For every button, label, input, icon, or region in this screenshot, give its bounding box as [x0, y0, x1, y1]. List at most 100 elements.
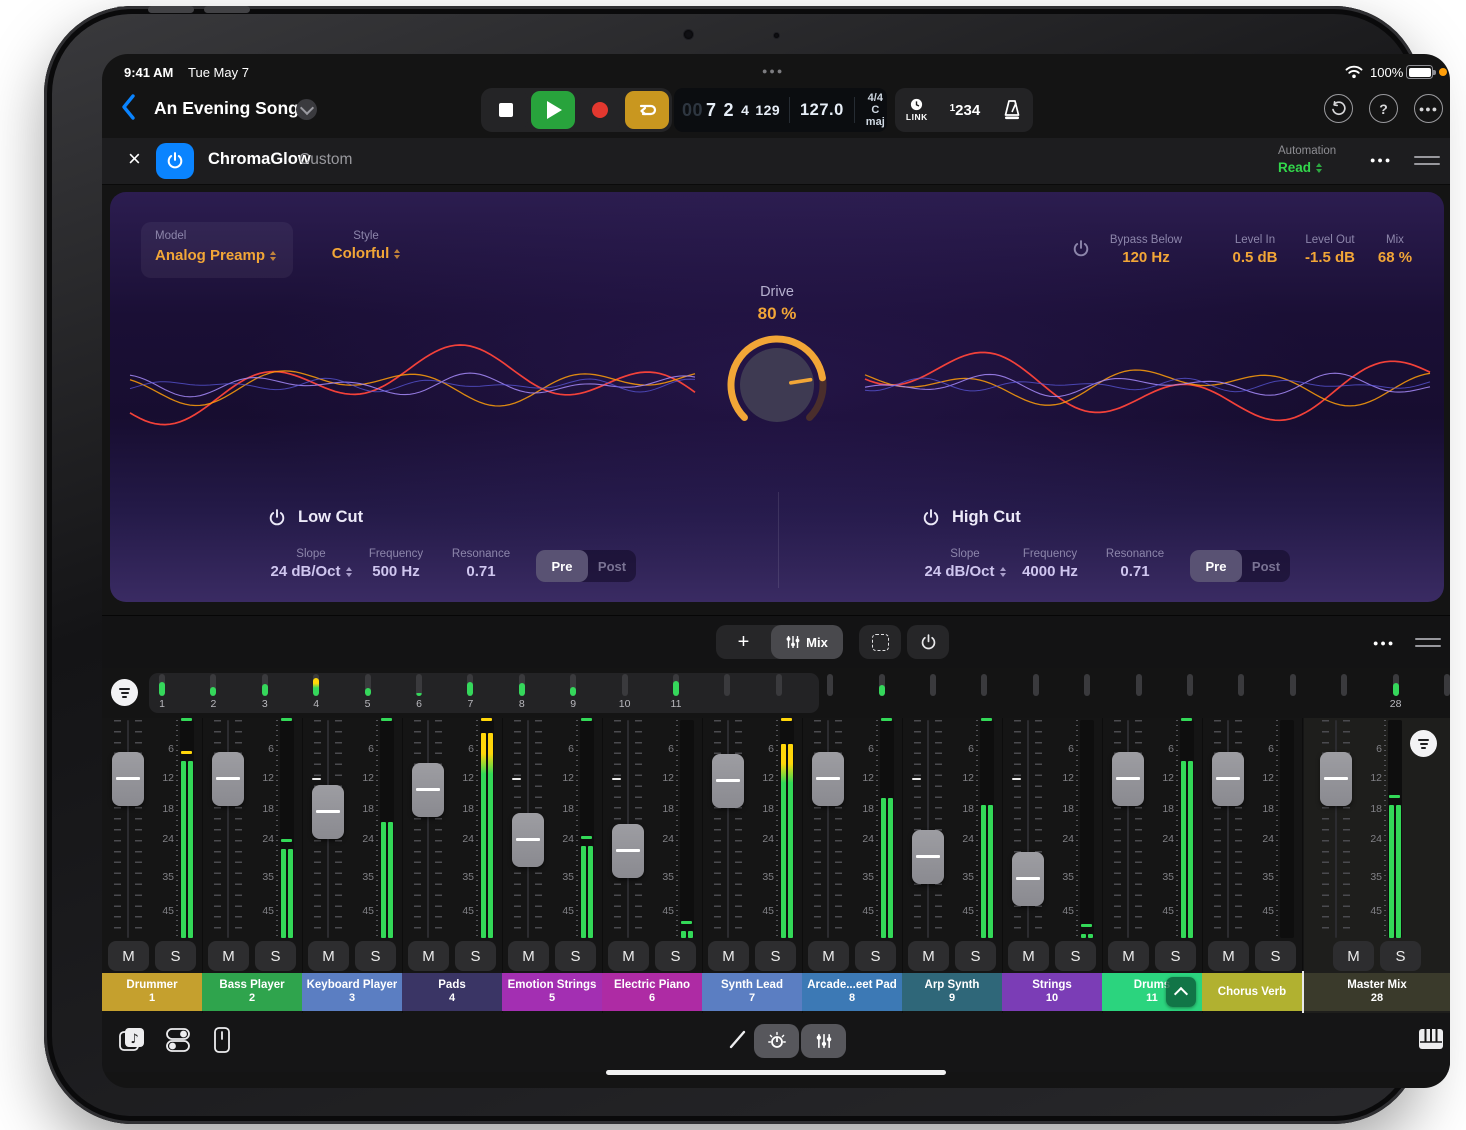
solo-button[interactable]: S [555, 941, 596, 971]
mute-button[interactable]: M [108, 941, 149, 971]
fader-handle[interactable] [612, 824, 644, 878]
fader-handle[interactable] [1320, 752, 1352, 806]
fader-handle[interactable] [312, 785, 344, 839]
track-power-button[interactable] [907, 625, 949, 659]
fader-handle[interactable] [1012, 852, 1044, 906]
solo-button[interactable]: S [1055, 941, 1096, 971]
model-selector[interactable]: Model Analog Preamp [141, 222, 293, 278]
overview-meter[interactable] [673, 674, 679, 696]
more-menu-button[interactable]: ●●● [1414, 94, 1443, 123]
overview-meter[interactable] [519, 674, 525, 696]
plugin-power-button[interactable] [156, 143, 194, 179]
overview-meter[interactable] [1084, 674, 1090, 696]
undo-history-button[interactable] [1324, 94, 1353, 123]
track-label[interactable]: Emotion Strings5 [502, 973, 602, 1011]
multitask-dots[interactable]: ●●● [762, 66, 784, 76]
style-selector[interactable]: Style Colorful [306, 230, 426, 262]
mixer-drag-handle[interactable] [1415, 638, 1441, 647]
overview-meter[interactable] [159, 674, 165, 696]
volume-up-button[interactable] [148, 6, 194, 13]
mute-button[interactable]: M [1208, 941, 1249, 971]
master-filter-button[interactable] [1410, 730, 1437, 757]
lowcut-pre-button[interactable]: Pre [536, 550, 588, 582]
overview-meter[interactable] [827, 674, 833, 696]
overview-meter[interactable] [570, 674, 576, 696]
overview-meter[interactable] [416, 674, 422, 696]
overview-meter[interactable] [930, 674, 936, 696]
track-label[interactable]: Pads4 [402, 973, 502, 1011]
track-label[interactable]: Bass Player2 [202, 973, 302, 1011]
overview-meter[interactable] [1238, 674, 1244, 696]
bypass-below-control[interactable]: Bypass Below 120 Hz [1086, 234, 1206, 266]
plugin-more-button[interactable]: ●●● [1370, 155, 1392, 165]
highcut-pre-button[interactable]: Pre [1190, 550, 1242, 582]
count-in-button[interactable]: 1234 [950, 102, 981, 119]
lowcut-power-icon[interactable] [268, 509, 286, 527]
solo-button[interactable]: S [955, 941, 996, 971]
overview-meter[interactable] [776, 674, 782, 696]
fader-panel-icon[interactable] [212, 1026, 232, 1054]
drive-knob[interactable] [722, 330, 832, 440]
solo-button[interactable]: S [155, 941, 196, 971]
lowcut-frequency[interactable]: Frequency 500 Hz [351, 548, 441, 580]
track-label[interactable]: Arp Synth9 [902, 973, 1002, 1011]
lowcut-slope[interactable]: Slope 24 dB/Oct [256, 548, 366, 580]
record-button[interactable] [578, 91, 622, 129]
automation-mode[interactable]: Read [1278, 160, 1322, 175]
add-track-button[interactable]: + [716, 625, 771, 659]
mute-button[interactable]: M [208, 941, 249, 971]
highcut-frequency[interactable]: Frequency 4000 Hz [1005, 548, 1095, 580]
track-label[interactable]: Chorus Verb [1202, 973, 1302, 1011]
solo-button[interactable]: S [355, 941, 396, 971]
mute-button[interactable]: M [708, 941, 749, 971]
fader-handle[interactable] [512, 813, 544, 867]
mixer-more-button[interactable]: ●●● [1373, 638, 1395, 648]
plugin-drag-handle[interactable] [1414, 156, 1440, 165]
lcd-display[interactable]: 00 7 2 4 129 127.0 4/4 C maj [674, 88, 887, 132]
overview-meter[interactable] [262, 674, 268, 696]
fader-handle[interactable] [712, 754, 744, 808]
cycle-button[interactable] [625, 91, 669, 129]
collapse-stack-button[interactable] [1166, 977, 1196, 1007]
track-label[interactable]: Arcade...eet Pad8 [802, 973, 902, 1011]
overview-meter[interactable] [1393, 674, 1399, 696]
mute-button[interactable]: M [908, 941, 949, 971]
solo-button[interactable]: S [1155, 941, 1196, 971]
overview-meter[interactable] [1187, 674, 1193, 696]
song-title[interactable]: An Evening Song [154, 98, 299, 119]
overview-meter[interactable] [467, 674, 473, 696]
metronome-icon[interactable] [1002, 99, 1022, 121]
overview-meter[interactable] [879, 674, 885, 696]
fader-handle[interactable] [1112, 752, 1144, 806]
solo-button[interactable]: S [755, 941, 796, 971]
mix-view-button[interactable]: Mix [771, 625, 843, 659]
lowcut-post-button[interactable]: Post [588, 550, 636, 582]
mute-button[interactable]: M [1008, 941, 1049, 971]
overview-meter[interactable] [313, 674, 319, 696]
plugin-preset[interactable]: Custom [299, 151, 352, 169]
link-button[interactable]: LINK [906, 98, 928, 122]
volume-down-button[interactable] [204, 6, 250, 13]
highcut-resonance[interactable]: Resonance 0.71 [1090, 548, 1180, 580]
smart-controls-button[interactable] [754, 1024, 799, 1058]
plugin-close-button[interactable]: × [128, 146, 141, 172]
overview-meter[interactable] [365, 674, 371, 696]
mix-control[interactable]: Mix 68 % [1365, 234, 1425, 266]
mute-button[interactable]: M [608, 941, 649, 971]
track-label[interactable]: Keyboard Player3 [302, 973, 402, 1011]
track-label[interactable]: Drummer1 [102, 973, 202, 1011]
solo-button[interactable]: S [1380, 941, 1421, 971]
knob-body[interactable] [740, 348, 814, 422]
fader-handle[interactable] [1212, 752, 1244, 806]
overview-meter[interactable] [724, 674, 730, 696]
overview-meter[interactable] [622, 674, 628, 696]
solo-button[interactable]: S [655, 941, 696, 971]
overview-meter[interactable] [210, 674, 216, 696]
track-controls-icon[interactable] [164, 1027, 192, 1053]
fader-handle[interactable] [112, 752, 144, 806]
track-label[interactable]: Electric Piano6 [602, 973, 702, 1011]
overview-meter[interactable] [1136, 674, 1142, 696]
track-label[interactable]: Strings10 [1002, 973, 1102, 1011]
highcut-slope[interactable]: Slope 24 dB/Oct [910, 548, 1020, 580]
overview-meter[interactable] [1033, 674, 1039, 696]
